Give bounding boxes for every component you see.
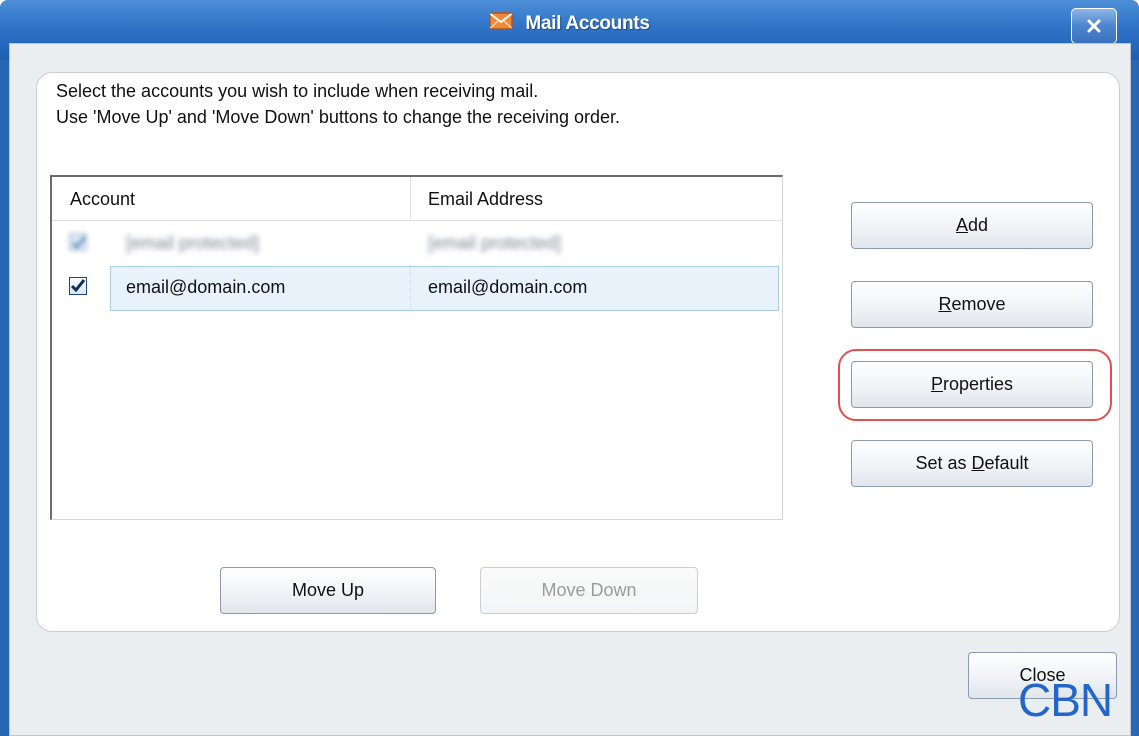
properties-button[interactable]: Properties — [851, 361, 1093, 408]
window-title: Mail Accounts — [525, 12, 650, 34]
table-row[interactable]: [email protected] [email protected] — [52, 221, 782, 265]
checkmark-icon — [70, 279, 86, 293]
account-name-cell: email@domain.com — [126, 277, 286, 297]
instructions-line-1: Select the accounts you wish to include … — [56, 81, 539, 101]
instructions-line-2: Use 'Move Up' and 'Move Down' buttons to… — [56, 107, 621, 127]
set-as-default-button[interactable]: Set as Default — [851, 440, 1093, 487]
add-button[interactable]: Add — [851, 202, 1093, 249]
column-divider[interactable] — [410, 177, 411, 221]
cbn-watermark: CBN — [1018, 674, 1113, 726]
column-header-account[interactable]: Account — [70, 177, 135, 221]
table-row[interactable]: email@domain.com email@domain.com — [52, 265, 782, 311]
cell-divider — [410, 265, 411, 309]
list-header: Account Email Address — [52, 177, 782, 221]
close-icon[interactable] — [1071, 8, 1117, 44]
account-name-cell: [email protected] — [126, 233, 260, 253]
account-checkbox[interactable] — [69, 233, 87, 251]
column-header-email[interactable]: Email Address — [428, 177, 543, 221]
move-up-button[interactable]: Move Up — [220, 567, 436, 614]
title-group: Mail Accounts — [0, 12, 1139, 35]
account-checkbox[interactable] — [69, 277, 87, 295]
remove-button[interactable]: Remove — [851, 281, 1093, 328]
move-down-button: Move Down — [480, 567, 698, 614]
instructions-text: Select the accounts you wish to include … — [56, 78, 620, 130]
envelope-icon — [489, 12, 514, 35]
mail-accounts-window: Mail Accounts Select the accounts you wi… — [0, 0, 1139, 736]
account-email-cell: [email protected] — [428, 233, 562, 253]
accounts-list[interactable]: Account Email Address [email protected] … — [50, 175, 783, 520]
dialog-client-area: Select the accounts you wish to include … — [9, 43, 1131, 736]
account-email-cell: email@domain.com — [428, 277, 588, 297]
